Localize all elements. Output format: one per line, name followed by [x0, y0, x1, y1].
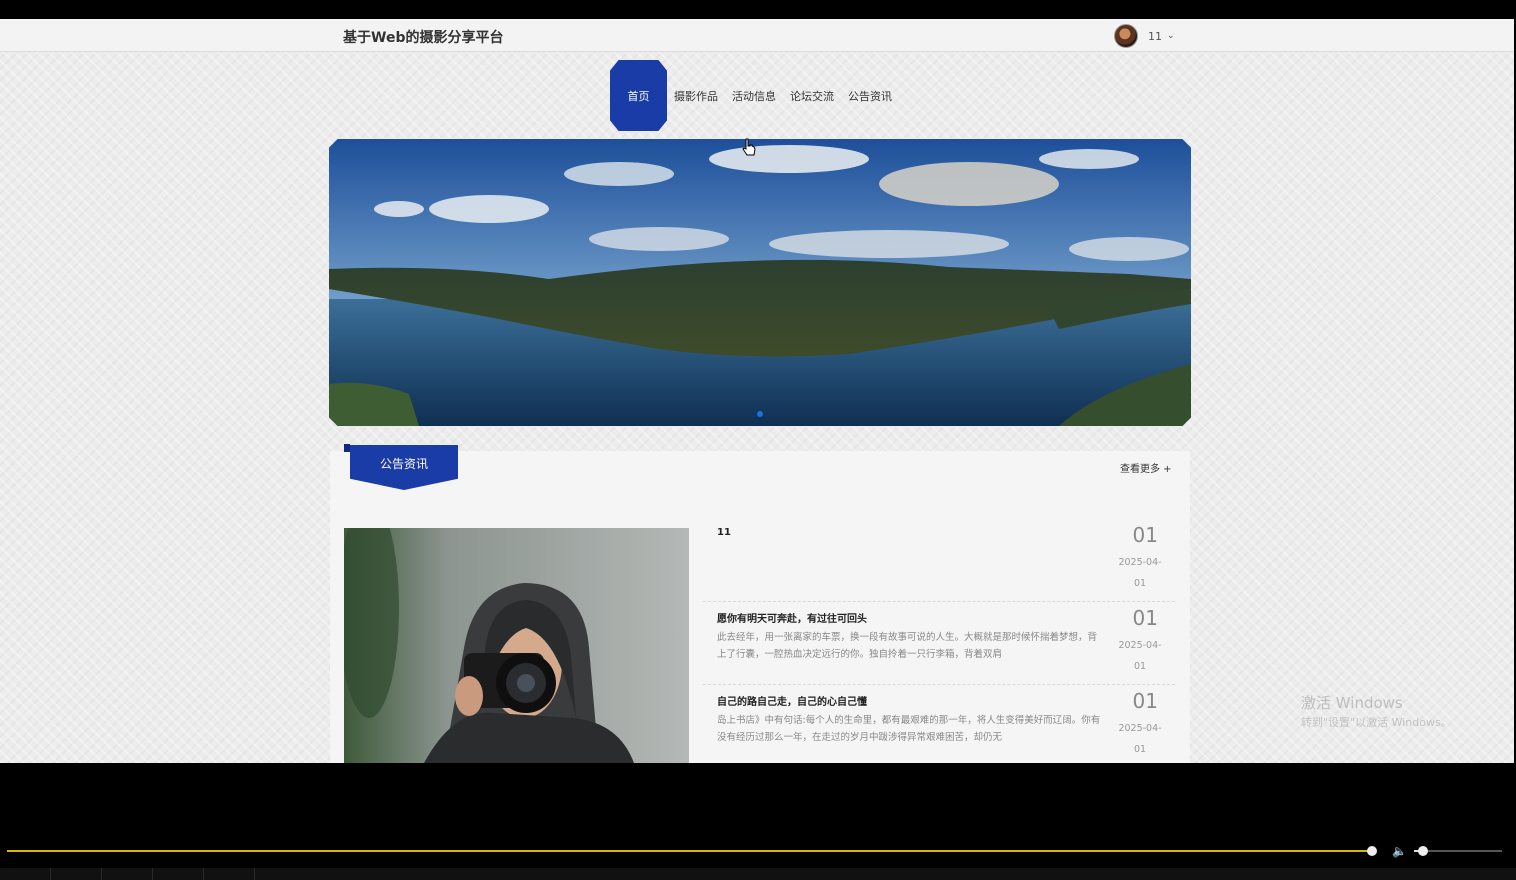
news-day: 01 — [1132, 523, 1158, 547]
nav-item-forum[interactable]: 论坛交流 — [783, 88, 841, 104]
volume-handle[interactable] — [1418, 846, 1428, 856]
list-item[interactable]: 自己的路自己走，自己的心自己懂 岛上书店》中有句话:每个人的生命里，都有最艰难的… — [703, 685, 1175, 763]
section-tab-fold — [344, 444, 350, 452]
nav-item-home[interactable]: 首页 — [610, 60, 667, 131]
player-button[interactable] — [102, 868, 153, 880]
volume-icon[interactable]: 🔈 — [1392, 844, 1407, 858]
carousel-indicator[interactable] — [757, 411, 763, 417]
main-nav: 首页 摄影作品 活动信息 论坛交流 公告资讯 — [610, 60, 899, 131]
user-name[interactable]: 11 — [1148, 30, 1162, 43]
player-button-bar — [0, 868, 1516, 880]
video-player-controls: 🔈 — [0, 763, 1516, 880]
nav-item-announcements[interactable]: 公告资讯 — [841, 88, 899, 104]
banner-carousel[interactable] — [329, 139, 1191, 426]
nav-item-activities[interactable]: 活动信息 — [725, 88, 783, 104]
activation-watermark-hint: 转到"设置"以激活 Windows。 — [1301, 716, 1452, 729]
player-button[interactable] — [0, 868, 51, 880]
site-header: 基于Web的摄影分享平台 11 ⌄ — [0, 19, 1514, 52]
nav-item-photo-works[interactable]: 摄影作品 — [667, 88, 725, 104]
player-button[interactable] — [51, 868, 102, 880]
news-desc — [717, 546, 1101, 580]
list-item[interactable]: 11 01 2025-04-01 — [703, 519, 1175, 602]
news-date: 2025-04-01 — [1118, 723, 1162, 755]
notice-list: 11 01 2025-04-01 愿你有明天可奔赴，有过往可回头 此去经年，用一… — [703, 519, 1175, 763]
news-date: 2025-04-01 — [1118, 557, 1162, 589]
progress-bar[interactable] — [7, 850, 1372, 852]
featured-photo[interactable] — [344, 528, 689, 763]
news-desc: 此去经年，用一张离家的车票，换一段有故事可说的人生。大概就是那时候怀揣着梦想，背… — [717, 632, 1098, 660]
player-button[interactable] — [153, 868, 204, 880]
news-date: 2025-04-01 — [1118, 640, 1162, 672]
site-title[interactable]: 基于Web的摄影分享平台 — [343, 27, 503, 47]
activation-watermark-title: 激活 Windows — [1301, 694, 1403, 712]
web-page: 基于Web的摄影分享平台 11 ⌄ 首页 摄影作品 活动信息 论坛交流 公告资讯 — [0, 19, 1514, 763]
chevron-down-icon[interactable]: ⌄ — [1167, 31, 1175, 41]
banner-image — [329, 139, 1191, 426]
avatar[interactable] — [1114, 24, 1138, 48]
news-desc: 岛上书店》中有句话:每个人的生命里，都有最艰难的那一年，将人生变得美好而辽阔。你… — [717, 715, 1101, 743]
news-title[interactable]: 11 — [717, 527, 731, 538]
list-item[interactable]: 愿你有明天可奔赴，有过往可回头 此去经年，用一张离家的车票，换一段有故事可说的人… — [703, 602, 1175, 685]
news-title[interactable]: 愿你有明天可奔赴，有过往可回头 — [717, 610, 867, 625]
news-day: 01 — [1132, 606, 1158, 630]
photographer-image — [344, 528, 689, 763]
user-menu[interactable]: 11 ⌄ — [1114, 23, 1175, 49]
screen-top-bar — [0, 0, 1516, 19]
progress-handle[interactable] — [1367, 846, 1377, 856]
news-title[interactable]: 自己的路自己走，自己的心自己懂 — [717, 693, 867, 708]
player-button[interactable] — [204, 868, 255, 880]
news-day: 01 — [1132, 689, 1158, 713]
hand-cursor-icon — [742, 138, 756, 162]
view-more-link[interactable]: 查看更多 + — [1120, 460, 1172, 475]
